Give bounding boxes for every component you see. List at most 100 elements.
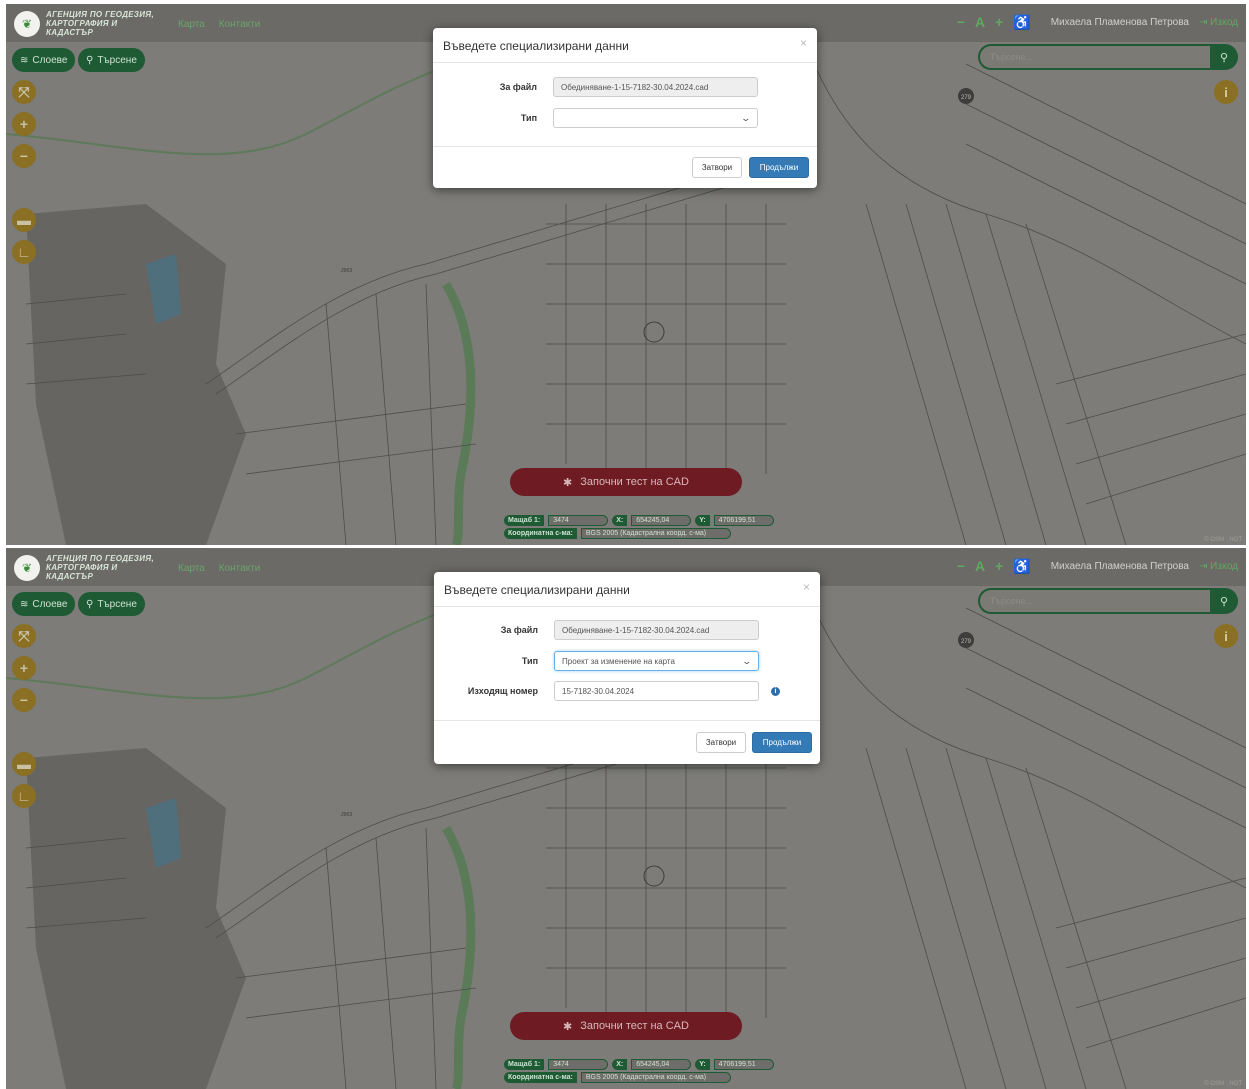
info-icon: i: [1224, 84, 1228, 100]
scale-label: Мащаб 1:: [504, 515, 545, 526]
start-cad-test-label: Започни тест на CAD: [580, 1020, 689, 1032]
type-select[interactable]: ⌄: [553, 108, 758, 128]
expand-icon: ⤧: [18, 627, 30, 644]
continue-button[interactable]: Продължи: [752, 732, 812, 753]
zoom-in-button[interactable]: +: [12, 112, 36, 136]
y-label: Y:: [695, 1059, 710, 1070]
type-select-value: Проект за изменение на карта: [562, 656, 675, 666]
expand-icon: ⤧: [18, 83, 30, 100]
x-label: X:: [612, 1059, 628, 1070]
specialized-data-dialog: Въведете специализирани данни × За файл …: [434, 572, 820, 764]
zoom-in-button[interactable]: +: [12, 656, 36, 680]
agency-emblem-icon: ❦: [14, 10, 40, 37]
parcel-label: 2903: [341, 812, 352, 818]
zoom-out-button[interactable]: −: [12, 144, 36, 168]
layers-icon: ≋: [20, 54, 29, 66]
logout-link[interactable]: ⇥ Изход: [1199, 17, 1238, 28]
search-icon: ⚲: [86, 598, 94, 610]
font-increase-button[interactable]: +: [995, 15, 1003, 29]
type-label: Тип: [521, 656, 538, 666]
fullscreen-button[interactable]: ⤧: [12, 624, 36, 648]
scale-input[interactable]: 3474: [548, 515, 609, 526]
info-icon[interactable]: i: [771, 686, 780, 696]
measure-button[interactable]: ▬: [12, 208, 36, 232]
angle-icon: ∟: [17, 788, 31, 804]
angle-button[interactable]: ∟: [12, 240, 36, 264]
search-submit-button[interactable]: ⚲: [1210, 588, 1238, 614]
nav-contacts-link[interactable]: Контакти: [219, 19, 261, 30]
plus-icon: +: [19, 660, 29, 676]
layers-icon: ≋: [20, 598, 29, 610]
ruler-icon: ▬: [17, 212, 31, 228]
continue-button[interactable]: Продължи: [749, 157, 809, 178]
close-icon[interactable]: ×: [803, 580, 810, 594]
specialized-data-dialog: Въведете специализирани данни × За файл …: [433, 28, 817, 188]
coordinate-system-select[interactable]: BGS 2005 (Кадастрална коорд. с-ма): [580, 528, 731, 539]
close-button[interactable]: Затвори: [696, 732, 746, 753]
bug-icon: ✱: [563, 1020, 573, 1033]
x-label: X:: [612, 515, 628, 526]
start-cad-test-label: Започни тест на CAD: [580, 476, 689, 488]
search-panel-button[interactable]: ⚲ Търсене: [78, 592, 145, 616]
coordinates-panel: Мащаб 1: 3474 X: 654245,04 Y: 4706199,51 Ко…: [504, 1059, 774, 1085]
info-button[interactable]: i: [1214, 80, 1238, 104]
nav-map-link[interactable]: Карта: [178, 563, 205, 574]
font-decrease-button[interactable]: −: [957, 559, 965, 573]
search-panel-label: Търсене: [97, 54, 137, 66]
map-attribution: © OSM · HOT: [1204, 1081, 1242, 1087]
wheelchair-icon[interactable]: ♿: [1013, 559, 1030, 573]
scale-label: Мащаб 1:: [504, 1059, 545, 1070]
measure-button[interactable]: ▬: [12, 752, 36, 776]
close-icon[interactable]: ×: [800, 36, 807, 50]
fullscreen-button[interactable]: ⤧: [12, 80, 36, 104]
wheelchair-icon[interactable]: ♿: [1013, 15, 1030, 29]
logout-icon: ⇥: [1198, 16, 1208, 28]
bug-icon: ✱: [563, 476, 573, 489]
file-label: За файл: [499, 82, 537, 92]
x-value: 654245,04: [631, 515, 692, 526]
search-panel-button[interactable]: ⚲ Търсене: [78, 48, 145, 72]
font-increase-button[interactable]: +: [995, 559, 1003, 573]
angle-button[interactable]: ∟: [12, 784, 36, 808]
font-reset-button[interactable]: A: [975, 15, 985, 29]
road-label: 279: [961, 95, 972, 101]
screenshot-after: 279 2903 ❦ АГЕНЦИЯ ПО ГЕОДЕЗИЯ, КАРТОГРА…: [6, 548, 1246, 1089]
search-input[interactable]: Търсене...: [978, 44, 1210, 70]
user-name[interactable]: Михаела Пламенова Петрова: [1051, 561, 1189, 572]
layers-button[interactable]: ≋ Слоеве: [12, 592, 76, 616]
logout-label: Изход: [1210, 16, 1238, 28]
start-cad-test-button[interactable]: ✱ Започни тест на CAD: [510, 468, 742, 496]
outgoing-number-input[interactable]: 15-7182-30.04.2024: [554, 681, 759, 701]
y-label: Y:: [695, 515, 710, 526]
start-cad-test-button[interactable]: ✱ Започни тест на CAD: [510, 1012, 742, 1040]
info-button[interactable]: i: [1214, 624, 1238, 648]
ruler-icon: ▬: [17, 756, 31, 772]
nav-map-link[interactable]: Карта: [178, 19, 205, 30]
search-icon: ⚲: [86, 54, 94, 66]
dialog-title: Въведете специализирани данни: [443, 39, 629, 53]
zoom-out-button[interactable]: −: [12, 688, 36, 712]
agency-logo[interactable]: ❦ АГЕНЦИЯ ПО ГЕОДЕЗИЯ, КАРТОГРАФИЯ И КАД…: [14, 554, 166, 581]
scale-input[interactable]: 3474: [548, 1059, 609, 1070]
angle-icon: ∟: [17, 244, 31, 260]
nav-contacts-link[interactable]: Контакти: [219, 563, 261, 574]
coordinate-system-select[interactable]: BGS 2005 (Кадастрална коорд. с-ма): [580, 1072, 731, 1083]
parcel-label: 2903: [341, 268, 352, 274]
type-select[interactable]: Проект за изменение на карта ⌄: [554, 651, 759, 671]
file-field: Обединяване-1-15-7182-30.04.2024.cad: [554, 620, 759, 640]
search-input[interactable]: Търсене...: [978, 588, 1210, 614]
user-name[interactable]: Михаела Пламенова Петрова: [1051, 17, 1189, 28]
y-value: 4706199,51: [713, 515, 774, 526]
x-value: 654245,04: [631, 1059, 692, 1070]
close-button[interactable]: Затвори: [692, 157, 742, 178]
font-reset-button[interactable]: A: [975, 559, 985, 573]
plus-icon: +: [19, 116, 29, 132]
layers-button[interactable]: ≋ Слоеве: [12, 48, 76, 72]
logout-link[interactable]: ⇥ Изход: [1199, 561, 1238, 572]
agency-logo[interactable]: ❦ АГЕНЦИЯ ПО ГЕОДЕЗИЯ, КАРТОГРАФИЯ И КАД…: [14, 10, 166, 37]
search-submit-button[interactable]: ⚲: [1210, 44, 1238, 70]
layers-label: Слоеве: [32, 54, 68, 66]
screenshot-before: 279 2903 ❦ АГЕНЦИЯ ПО ГЕОДЕЗИЯ, КАРТОГРА…: [6, 4, 1246, 545]
logout-icon: ⇥: [1198, 560, 1208, 572]
font-decrease-button[interactable]: −: [957, 15, 965, 29]
